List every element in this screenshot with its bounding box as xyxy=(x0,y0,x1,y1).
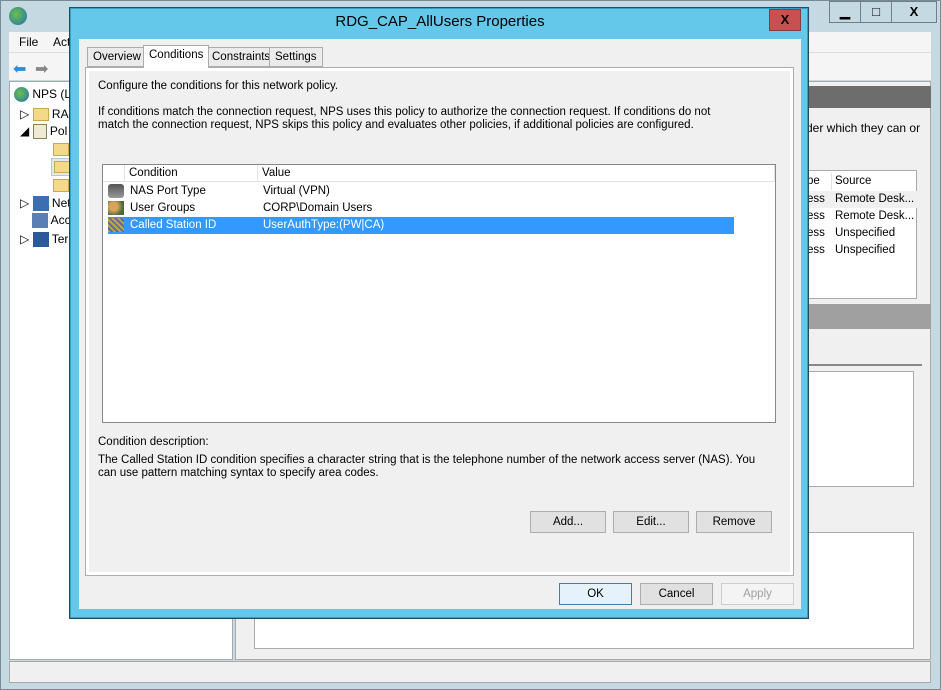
ok-button[interactable]: OK xyxy=(559,583,632,605)
table-cell[interactable]: Unspecified xyxy=(835,227,895,240)
tree-label: Ter xyxy=(51,232,69,246)
folder-icon xyxy=(32,108,49,122)
policy-scroll-icon xyxy=(32,124,47,140)
column-header[interactable]: Source xyxy=(835,173,871,188)
add-button[interactable]: Add... xyxy=(530,511,606,533)
tree-item-nps[interactable]: NPS (L xyxy=(14,87,72,103)
conditions-tab-panel: Configure the conditions for this networ… xyxy=(85,67,794,576)
tree-item-policies[interactable]: ◢ Pol xyxy=(20,124,68,140)
tab-overview[interactable]: Overview xyxy=(87,47,147,67)
condition-value: CORP\Domain Users xyxy=(263,202,373,214)
description-label: Condition description: xyxy=(98,436,209,448)
back-arrow-icon[interactable]: ⬅ xyxy=(13,59,26,79)
condition-name: User Groups xyxy=(130,202,196,214)
status-bar xyxy=(9,661,931,683)
dialog-body: Overview Conditions Constraints Settings… xyxy=(79,39,801,609)
nps-app-icon xyxy=(9,7,27,25)
column-header-value[interactable]: Value xyxy=(258,165,775,182)
tree-label: RAI xyxy=(51,107,72,121)
remove-button[interactable]: Remove xyxy=(696,511,772,533)
menu-file[interactable]: File xyxy=(19,35,38,49)
condition-name: NAS Port Type xyxy=(130,185,206,197)
explanation-text: If conditions match the connection reque… xyxy=(98,106,711,131)
cancel-button[interactable]: Cancel xyxy=(640,583,713,605)
network-computer-icon xyxy=(32,196,49,212)
tree-item-accounting[interactable]: Acc xyxy=(32,213,71,229)
close-button[interactable]: X xyxy=(891,1,937,23)
tab-constraints[interactable]: Constraints xyxy=(206,47,277,67)
apply-button[interactable]: Apply xyxy=(721,583,794,605)
table-cell[interactable]: Remote Desk... xyxy=(835,193,914,206)
section-header-bar xyxy=(806,86,931,108)
forward-arrow-icon[interactable]: ➡ xyxy=(35,59,48,79)
policy-table: pe Source ess Remote Desk... ess Remote … xyxy=(806,170,917,299)
tree-label: NPS (L xyxy=(32,87,72,101)
tree-label: Acc xyxy=(50,213,71,227)
dialog-close-button[interactable]: X xyxy=(769,9,801,31)
terminal-computer-icon xyxy=(32,232,49,248)
divider xyxy=(806,364,922,366)
tree-item-templates[interactable]: ▷ Ter xyxy=(20,232,69,248)
table-cell[interactable]: Remote Desk... xyxy=(835,210,914,223)
user-groups-icon xyxy=(108,201,124,215)
table-cell: ess xyxy=(807,244,825,256)
section-header-bar xyxy=(806,304,931,329)
edit-button[interactable]: Edit... xyxy=(613,511,689,533)
intro-text: Configure the conditions for this networ… xyxy=(98,80,339,92)
maximize-button[interactable]: □ xyxy=(860,1,892,23)
globe-icon xyxy=(14,87,29,103)
tab-settings[interactable]: Settings xyxy=(269,47,323,67)
conditions-list: Condition Value NAS Port Type Virtual (V… xyxy=(102,164,776,423)
conditions-summary-box xyxy=(806,371,914,487)
nas-port-icon xyxy=(108,184,124,198)
condition-value: Virtual (VPN) xyxy=(263,185,330,197)
folder-icon[interactable] xyxy=(53,179,69,192)
properties-dialog: RDG_CAP_AllUsers Properties X Overview C… xyxy=(70,8,808,618)
condition-row-selected[interactable]: Called Station ID UserAuthType:(PW|CA) xyxy=(108,217,734,234)
dialog-title: RDG_CAP_AllUsers Properties xyxy=(335,13,545,30)
tree-label: Pol xyxy=(49,124,68,138)
table-cell: ess xyxy=(807,227,825,239)
tree-item-radius[interactable]: ▷ RAI xyxy=(20,107,72,122)
table-cell: ess xyxy=(807,210,825,222)
folder-icon[interactable] xyxy=(53,143,69,156)
condition-name: Called Station ID xyxy=(130,219,217,231)
accounting-icon xyxy=(32,213,48,229)
table-cell[interactable]: Unspecified xyxy=(835,244,895,257)
minimize-button[interactable]: ▁ xyxy=(829,1,861,23)
table-cell: ess xyxy=(807,193,825,205)
details-text: der which they can or xyxy=(806,121,921,135)
condition-row[interactable]: NAS Port Type Virtual (VPN) xyxy=(108,183,734,200)
tree-label: Net xyxy=(51,196,71,210)
condition-row[interactable]: User Groups CORP\Domain Users xyxy=(108,200,734,217)
tab-conditions[interactable]: Conditions xyxy=(143,45,210,68)
column-header-icon xyxy=(103,165,125,182)
condition-value: UserAuthType:(PW|CA) xyxy=(263,219,385,231)
description-text: The Called Station ID condition specifie… xyxy=(98,454,756,479)
tree-item-network[interactable]: ▷ Net xyxy=(20,196,71,212)
menu-action[interactable]: Act xyxy=(53,35,70,49)
called-station-icon xyxy=(108,218,124,232)
column-header-condition[interactable]: Condition xyxy=(125,165,258,182)
column-header[interactable]: pe xyxy=(807,173,832,190)
